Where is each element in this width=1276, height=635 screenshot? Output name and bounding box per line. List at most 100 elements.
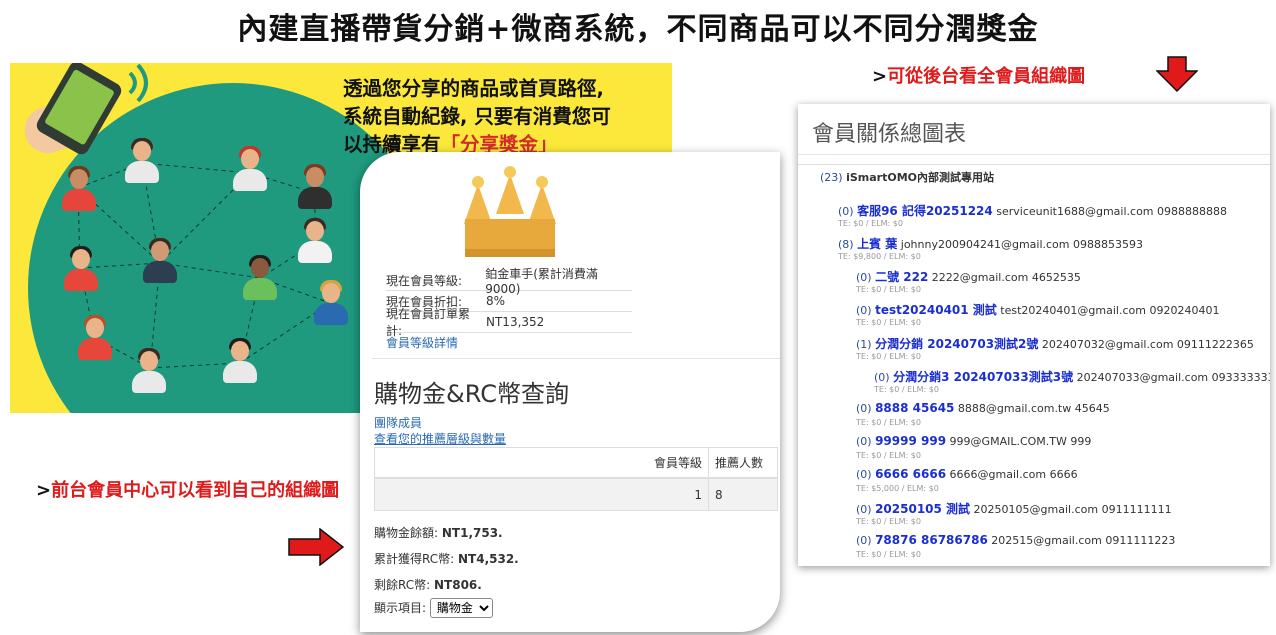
org-node[interactable]: (0) 78876 86786786 202515@gmail.com 0911… <box>856 533 1176 559</box>
node-email: 202407032@gmail.com <box>1038 337 1174 351</box>
node-count: (8) <box>838 238 858 252</box>
node-name[interactable]: 78876 86786786 <box>875 533 988 547</box>
person-avatar <box>132 348 166 395</box>
promo-text: 透過您分享的商品或首頁路徑, 系統自動紀錄, 只要有消費您可 以持續享有「分享獎… <box>343 75 672 159</box>
balance-label: 購物金餘額: <box>374 526 439 540</box>
node-name[interactable]: 99999 999 <box>875 434 946 448</box>
node-email: serviceunit1688@gmail.com <box>992 205 1154 219</box>
divider <box>798 154 1270 155</box>
person-avatar <box>298 164 332 211</box>
team-members-link[interactable]: 團隊成員 <box>374 414 422 431</box>
node-name[interactable]: 8888 45645 <box>875 401 954 415</box>
referral-levels-link[interactable]: 查看您的推薦層級與數量 <box>374 430 506 447</box>
cell-count: 8 <box>715 487 723 502</box>
node-phone: 4652535 <box>1028 271 1081 285</box>
node-phone: 0988888888 <box>1153 205 1227 219</box>
rc-total-value: NT4,532. <box>458 552 519 566</box>
node-earnings: TE: $0 / ELM: $0 <box>838 219 903 229</box>
org-node[interactable]: (0) 二號 222 2222@gmail.com 4652535 TE: $0 … <box>856 268 1081 294</box>
section-title: 購物金&RC幣查詢 <box>374 380 569 408</box>
table-row: 1 8 <box>374 479 778 511</box>
node-email: 202407033@gmail.com <box>1073 370 1209 384</box>
page-title: 內建直播帶貨分銷+微商系統，不同商品可以不同分潤獎金 <box>237 12 1039 47</box>
org-node[interactable]: (0) 20250105 測試 20250105@gmail.com 09111… <box>856 500 1172 526</box>
node-name[interactable]: 20250105 測試 <box>875 502 970 516</box>
display-select[interactable]: 購物金 <box>429 598 493 618</box>
org-node[interactable]: (0) 客服96 記得20251224 serviceunit1688@gmai… <box>838 202 1227 228</box>
org-node[interactable]: (23) iSmartOMO內部測試專用站 <box>820 169 994 185</box>
node-email: 6666@gmail.com <box>946 467 1047 481</box>
node-count: (0) <box>856 534 876 548</box>
header-level: 會員等級 <box>375 448 709 477</box>
person-avatar <box>223 338 257 385</box>
node-name[interactable]: 上賓 葉 <box>857 237 897 251</box>
node-phone: 999 <box>1066 434 1092 448</box>
node-count: (1) <box>856 337 876 351</box>
node-count: (0) <box>856 304 876 318</box>
node-email: 8888@gmail.com.tw <box>954 401 1072 415</box>
node-count: (0) <box>874 370 894 384</box>
node-earnings: TE: $0 / ELM: $0 <box>856 351 921 361</box>
row-label: 現在會員等級: <box>386 273 463 288</box>
org-chart-title: 會員關係總圖表 <box>812 122 967 147</box>
org-node[interactable]: (8) 上賓 葉 johnny200904241@gmail.com 09888… <box>838 235 1143 261</box>
org-node[interactable]: (0) 8888 45645 8888@gmail.com.tw 45645 TE… <box>856 401 1110 427</box>
node-phone: 6666 <box>1046 467 1078 481</box>
node-name[interactable]: 分潤分銷 20240703測試2號 <box>875 337 1038 351</box>
person-avatar <box>143 238 177 285</box>
cell-level: 1 <box>375 479 709 510</box>
member-info-table: 現在會員等級: 鉑金車手(累計消費滿9000) 現在會員折扣: 8% 現在會員訂單累… <box>386 267 632 338</box>
node-name[interactable]: iSmartOMO內部測試專用站 <box>846 171 994 184</box>
org-node[interactable]: (0) test20240401 測試 test20240401@gmail.c… <box>856 301 1219 327</box>
person-avatar <box>62 166 96 213</box>
org-node[interactable]: (1) 分潤分銷 20240703測試2號 202407032@gmail.co… <box>856 335 1254 361</box>
node-count: (0) <box>856 467 876 481</box>
org-node[interactable]: (0) 99999 999 999@GMAIL.COM.TW 999 TE: $0… <box>856 434 1092 460</box>
rc-remain-label: 剩餘RC幣: <box>374 578 431 592</box>
member-center-panel: 現在會員等級: 鉑金車手(累計消費滿9000) 現在會員折扣: 8% 現在會員訂單累… <box>360 152 780 632</box>
node-phone: 0911111223 <box>1101 534 1176 548</box>
node-name[interactable]: 分潤分銷3 202407033測試3號 <box>893 370 1073 384</box>
node-email: johnny200904241@gmail.com <box>897 238 1070 252</box>
shopping-balance: 購物金餘額: NT1,753. <box>374 524 503 541</box>
person-avatar <box>243 255 277 302</box>
rc-remain-value: NT806. <box>434 578 482 592</box>
person-avatar <box>78 315 112 362</box>
display-label: 顯示項目: <box>374 601 427 615</box>
node-name[interactable]: 6666 6666 <box>875 467 946 481</box>
row-value: 鉑金車手(累計消費滿9000) <box>485 266 598 296</box>
backend-note: >可從後台看全會員組織圖 <box>872 62 1085 88</box>
node-email: 2222@gmail.com <box>928 271 1029 285</box>
node-count: (0) <box>856 401 876 415</box>
node-phone: 45645 <box>1071 401 1110 415</box>
rc-total-label: 累計獲得RC幣: <box>374 552 455 566</box>
member-orders-row: 現在會員訂單累計: NT13,352 <box>386 307 632 338</box>
display-item: 顯示項目: 購物金 <box>374 598 493 618</box>
org-chart-panel: 會員關係總圖表 (23) iSmartOMO內部測試專用站 (0) 客服96 記得… <box>798 104 1270 566</box>
arrow-right-icon <box>288 528 344 566</box>
org-tree: (23) iSmartOMO內部測試專用站 (0) 客服96 記得20251224… <box>798 164 1270 564</box>
note-marker: > <box>36 480 52 501</box>
org-node[interactable]: (0) 6666 6666 6666@gmail.com 6666 TE: $5,… <box>856 467 1078 493</box>
promo-line: 透過您分享的商品或首頁路徑, <box>343 77 604 100</box>
node-name[interactable]: 客服96 記得20251224 <box>857 204 993 218</box>
node-email: 202515@gmail.com <box>987 534 1102 548</box>
node-email: 999@GMAIL.COM.TW <box>946 434 1067 448</box>
node-phone: 0911111111 <box>1098 503 1172 516</box>
note-marker: > <box>872 66 888 87</box>
rc-total: 累計獲得RC幣: NT4,532. <box>374 550 519 567</box>
node-count: (0) <box>856 503 876 516</box>
header-count: 推薦人數 <box>715 456 764 470</box>
tier-details-link[interactable]: 會員等級詳情 <box>386 334 458 351</box>
balance-value: NT1,753. <box>441 526 503 540</box>
crown-icon <box>460 164 560 259</box>
person-avatar <box>64 246 98 293</box>
node-earnings: TE: $0 / ELM: $0 <box>856 285 921 295</box>
node-email: 20250105@gmail.com <box>970 503 1099 516</box>
org-node[interactable]: (0) 分潤分銷3 202407033測試3號 202407033@gmail.… <box>874 368 1270 394</box>
node-name[interactable]: 二號 222 <box>875 270 928 284</box>
node-earnings: TE: $0 / ELM: $0 <box>856 550 921 560</box>
note-text: 前台會員中心可以看到自己的組織圖 <box>51 480 340 501</box>
signal-icon <box>128 63 148 103</box>
node-name[interactable]: test20240401 測試 <box>875 303 997 317</box>
